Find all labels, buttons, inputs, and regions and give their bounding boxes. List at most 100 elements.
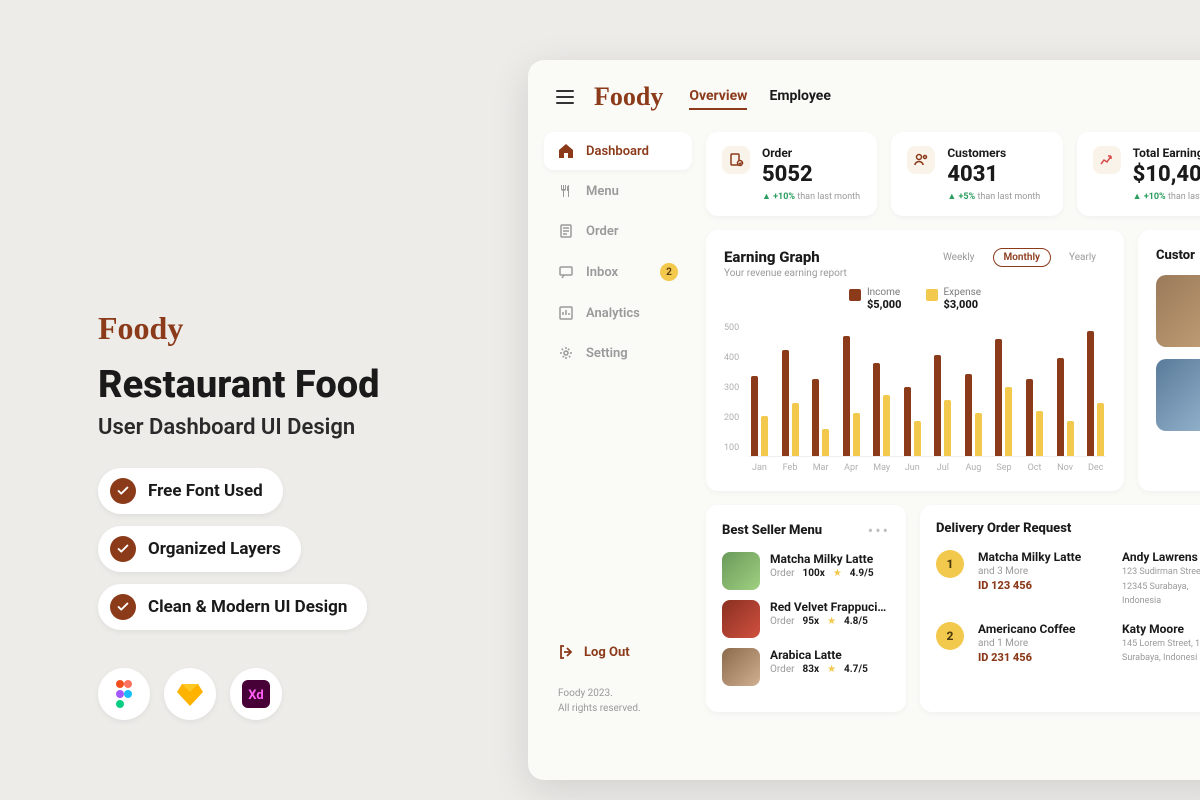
stat-value: 5052 <box>762 162 861 187</box>
sidebar-item-label: Setting <box>586 346 628 361</box>
sidebar-item-label: Menu <box>586 184 619 199</box>
svg-text:Xd: Xd <box>248 688 263 703</box>
period-monthly[interactable]: Monthly <box>993 248 1052 267</box>
delivery-more: and 3 More <box>978 566 1108 577</box>
best-seller-title: Best Seller Menu <box>722 523 822 538</box>
chart-icon <box>558 305 574 321</box>
bottom-row: Best Seller Menu ••• Matcha Milky Latte … <box>706 505 1200 712</box>
food-thumb <box>722 600 760 638</box>
legend-value: $5,000 <box>867 298 902 311</box>
logout-button[interactable]: Log Out <box>544 634 692 670</box>
topbar: Foody Overview Employee <box>528 60 1200 132</box>
figma-icon <box>98 668 150 720</box>
footer-line: All rights reserved. <box>558 701 678 716</box>
delivery-item[interactable]: 2 Americano Coffee and 1 More ID 231 456… <box>936 622 1200 665</box>
main-area: Order 5052 ▲ +10% than last month Custom… <box>706 132 1200 716</box>
feature-text: Organized Layers <box>148 539 281 559</box>
legend-expense: Expense$3,000 <box>926 287 982 311</box>
legend-income: Income$5,000 <box>849 287 902 311</box>
delivery-address: 123 Sudirman Street, <box>1122 566 1200 579</box>
delivery-address: Indonesia <box>1122 595 1200 608</box>
sidebar-item-analytics[interactable]: Analytics <box>544 294 692 332</box>
tool-badges-row: Xd <box>98 668 438 720</box>
best-seller-name: Red Velvet Frappucino <box>770 600 890 614</box>
delivery-more: and 1 More <box>978 638 1108 649</box>
tab-overview[interactable]: Overview <box>689 84 747 110</box>
promo-title: Restaurant Food <box>98 365 438 407</box>
tab-employee[interactable]: Employee <box>769 84 830 110</box>
legend-swatch <box>849 289 861 301</box>
food-thumb <box>722 648 760 686</box>
best-seller-item[interactable]: Matcha Milky Latte Order 100x ★ 4.9/5 <box>722 552 890 590</box>
promo-logo: Foody <box>98 310 438 347</box>
stats-row: Order 5052 ▲ +10% than last month Custom… <box>706 132 1200 216</box>
inbox-badge: 2 <box>660 263 678 281</box>
promo-subtitle: User Dashboard UI Design <box>98 415 438 440</box>
delivery-id: ID 123 456 <box>978 579 1108 592</box>
promo-panel: Foody Restaurant Food User Dashboard UI … <box>98 310 438 720</box>
feature-pill: Organized Layers <box>98 526 301 572</box>
delivery-address: Surabaya, Indonesi <box>1122 652 1200 665</box>
order-stat-icon <box>722 146 750 174</box>
stat-value: $10,403 <box>1133 162 1200 187</box>
stat-card-earning[interactable]: Total Earning $10,403 ▲ +10% than last m <box>1077 132 1200 216</box>
feature-text: Clean & Modern UI Design <box>148 597 347 617</box>
feature-pill: Clean & Modern UI Design <box>98 584 367 630</box>
best-seller-item[interactable]: Arabica Latte Order 83x ★ 4.7/5 <box>722 648 890 686</box>
footer-line: Foody 2023. <box>558 686 678 701</box>
more-icon[interactable]: ••• <box>868 521 890 540</box>
legend-swatch <box>926 289 938 301</box>
app-logo: Foody <box>594 82 663 112</box>
chart-title: Earning Graph <box>724 248 847 266</box>
legend-label: Income <box>867 287 902 298</box>
stat-label: Customers <box>947 146 1046 160</box>
delivery-number: 2 <box>936 622 964 650</box>
food-thumb <box>722 552 760 590</box>
sidebar-item-dashboard[interactable]: Dashboard <box>544 132 692 170</box>
sidebar-item-label: Order <box>586 224 619 239</box>
hamburger-icon[interactable] <box>556 90 574 104</box>
xd-icon: Xd <box>230 668 282 720</box>
sidebar-item-inbox[interactable]: Inbox 2 <box>544 252 692 292</box>
delivery-customer: Andy Lawrens <box>1122 550 1200 564</box>
delivery-id: ID 231 456 <box>978 651 1108 664</box>
stat-change: ▲ +10% than last m <box>1133 191 1200 202</box>
x-axis: JanFebMarAprMayJunJulAugSepOctNovDec <box>749 463 1106 473</box>
best-seller-card: Best Seller Menu ••• Matcha Milky Latte … <box>706 505 906 712</box>
logout-label: Log Out <box>584 645 630 660</box>
stat-change: ▲ +10% than last month <box>762 191 861 202</box>
customer-map-card: Custor <box>1138 230 1200 491</box>
bars-area <box>749 323 1106 457</box>
stat-card-order[interactable]: Order 5052 ▲ +10% than last month <box>706 132 877 216</box>
top-tabs: Overview Employee <box>689 84 831 110</box>
best-seller-name: Matcha Milky Latte <box>770 552 890 566</box>
sidebar-item-setting[interactable]: Setting <box>544 334 692 372</box>
best-seller-item[interactable]: Red Velvet Frappucino Order 95x ★ 4.8/5 <box>722 600 890 638</box>
customers-stat-icon <box>907 146 935 174</box>
check-icon <box>110 536 136 562</box>
chart-legend: Income$5,000 Expense$3,000 <box>724 287 1106 311</box>
stat-change: ▲ +5% than last month <box>947 191 1046 202</box>
legend-label: Expense <box>944 287 982 298</box>
period-weekly[interactable]: Weekly <box>933 249 985 266</box>
delivery-item[interactable]: 1 Matcha Milky Latte and 3 More ID 123 4… <box>936 550 1200 608</box>
stat-value: 4031 <box>947 162 1046 187</box>
delivery-product: Americano Coffee <box>978 622 1108 636</box>
home-icon <box>558 143 574 159</box>
delivery-number: 1 <box>936 550 964 578</box>
star-icon: ★ <box>827 616 836 627</box>
stat-card-customers[interactable]: Customers 4031 ▲ +5% than last month <box>891 132 1062 216</box>
check-icon <box>110 478 136 504</box>
period-yearly[interactable]: Yearly <box>1059 249 1106 266</box>
logout-icon <box>558 644 574 660</box>
legend-value: $3,000 <box>944 298 982 311</box>
star-icon: ★ <box>827 664 836 675</box>
delivery-address: 145 Lorem Street, 12 <box>1122 638 1200 651</box>
earning-stat-icon <box>1093 146 1121 174</box>
sidebar-item-menu[interactable]: Menu <box>544 172 692 210</box>
check-icon <box>110 594 136 620</box>
best-seller-name: Arabica Latte <box>770 648 890 662</box>
document-icon <box>558 223 574 239</box>
feature-pill: Free Font Used <box>98 468 283 514</box>
sidebar-item-order[interactable]: Order <box>544 212 692 250</box>
